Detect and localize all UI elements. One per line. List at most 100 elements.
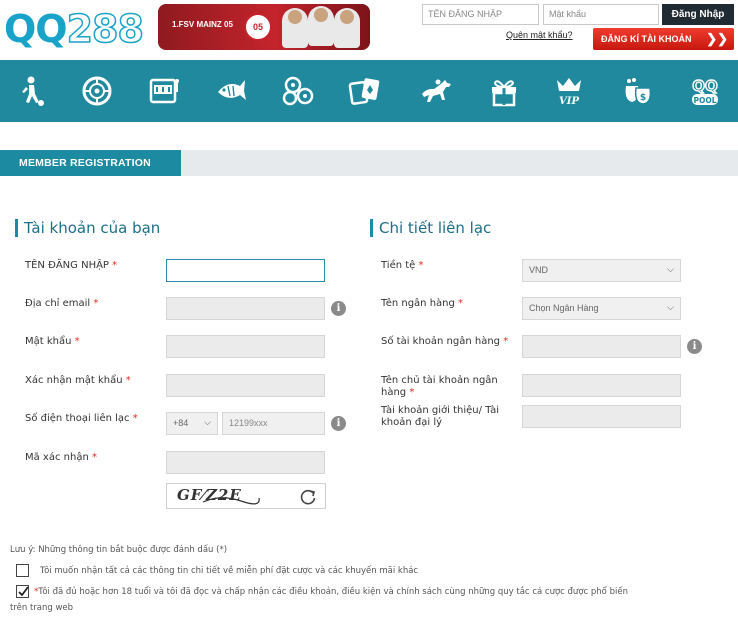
roulette-icon xyxy=(82,76,112,106)
bank-name-label-text: Tên ngân hàng xyxy=(381,298,455,309)
referral-input[interactable] xyxy=(522,405,681,428)
terms-text-line-1: Tôi đã đủ hoặc hơn 18 tuổi và tôi đã đọc… xyxy=(38,587,628,597)
gift-icon xyxy=(492,80,516,107)
terms-checkbox[interactable] xyxy=(16,585,29,598)
forgot-password-link[interactable]: Quên mật khẩu? xyxy=(506,30,573,40)
nav-item-sports[interactable] xyxy=(14,74,48,108)
password-input[interactable] xyxy=(166,335,325,358)
pool-label: POOL xyxy=(693,96,716,105)
lottery-balls-icon xyxy=(282,76,314,106)
nav-item-slots[interactable] xyxy=(147,74,181,108)
nav-item-lottery[interactable] xyxy=(281,74,315,108)
email-label-text: Địa chỉ email xyxy=(25,298,91,309)
registration-page: QQ288 1.FSV MAINZ 05 05 TÊN ĐĂNG NHẬP Mậ… xyxy=(0,0,738,617)
confirm-password-input[interactable] xyxy=(166,374,325,397)
nav-item-promotions[interactable] xyxy=(487,74,521,108)
required-mark: * xyxy=(409,387,415,398)
logo-qq-text: QQ xyxy=(4,7,68,51)
username-input[interactable] xyxy=(166,259,325,282)
nav-item-casino[interactable] xyxy=(80,74,114,108)
email-label: Địa chỉ email * xyxy=(25,298,98,310)
bank-account-number-input[interactable] xyxy=(522,335,681,358)
nav-item-cashback[interactable]: $ xyxy=(620,74,654,108)
info-icon[interactable]: i xyxy=(687,339,702,354)
account-heading: Tài khoản của bạn xyxy=(15,219,160,237)
club-crest-icon: 05 xyxy=(244,13,272,41)
captcha-image: GF⁄Z2E xyxy=(166,483,326,509)
nav-item-fishing[interactable] xyxy=(214,74,248,108)
required-note: Lưu ý: Những thông tin bắt buộc được đán… xyxy=(10,545,228,555)
qq-pool-icon: QQPOOL xyxy=(692,76,718,105)
promo-checkbox[interactable] xyxy=(16,564,29,577)
required-mark: * xyxy=(458,298,464,309)
info-icon[interactable]: i xyxy=(331,416,346,431)
login-password-placeholder: Mật khẩu xyxy=(549,9,587,19)
login-password-input[interactable]: Mật khẩu xyxy=(543,4,659,25)
bank-value: Chọn Ngân Hàng xyxy=(529,303,599,313)
account-holder-input[interactable] xyxy=(522,374,681,397)
section-title: MEMBER REGISTRATION xyxy=(0,150,181,176)
account-holder-label: Tên chủ tài khoản ngân hàng * xyxy=(381,375,516,399)
required-mark: * xyxy=(503,336,509,347)
soccer-player-icon xyxy=(22,76,44,106)
login-username-input[interactable]: TÊN ĐĂNG NHẬP xyxy=(422,4,539,25)
required-mark: * xyxy=(93,298,99,309)
player-image xyxy=(308,6,334,46)
username-label-text: TÊN ĐĂNG NHẬP xyxy=(25,260,109,271)
password-label-text: Mật khẩu xyxy=(25,336,72,347)
required-mark: * xyxy=(74,336,80,347)
currency-value: VND xyxy=(529,265,549,275)
login-username-placeholder: TÊN ĐĂNG NHẬP xyxy=(428,9,503,19)
email-input[interactable] xyxy=(166,297,325,320)
chevron-down-icon: ⌵ xyxy=(667,264,674,274)
required-mark: * xyxy=(125,375,131,386)
currency-label: Tiền tệ * xyxy=(381,260,424,272)
required-mark: * xyxy=(112,260,118,271)
confirm-password-label: Xác nhận mật khẩu * xyxy=(25,375,131,387)
logo-number-text: 288 xyxy=(66,6,145,52)
refresh-icon[interactable] xyxy=(299,488,317,506)
site-logo[interactable]: QQ288 xyxy=(4,6,145,52)
chevron-down-icon: ⌵ xyxy=(204,417,211,427)
bank-name-select[interactable]: Chọn Ngân Hàng ⌵ xyxy=(522,297,681,320)
nav-item-pool[interactable]: QQ POOL xyxy=(688,74,722,108)
horse-racing-icon xyxy=(422,79,451,102)
login-button[interactable]: Đăng Nhập xyxy=(662,4,734,25)
phone-code-value: +84 xyxy=(173,418,189,428)
phone-country-code-select[interactable]: +84 ⌵ xyxy=(166,412,218,435)
terms-text-line-2: trên trang web xyxy=(10,603,74,613)
fish-game-icon xyxy=(218,80,246,100)
terms-checkbox-label: *Tôi đã đủ hoặc hơn 18 tuổi và tôi đã đọ… xyxy=(34,585,734,599)
sponsor-banner[interactable]: 1.FSV MAINZ 05 05 xyxy=(158,4,370,50)
phone-number-input[interactable]: 12199xxx xyxy=(222,412,325,435)
svg-text:$: $ xyxy=(640,93,646,103)
currency-label-text: Tiền tệ xyxy=(381,260,416,271)
phone-label-text: Số điện thoại liên lạc xyxy=(25,413,130,424)
nav-item-vip[interactable]: VIP xyxy=(552,74,586,108)
bank-name-label: Tên ngân hàng * xyxy=(381,298,463,310)
captcha-noise-line xyxy=(202,497,260,505)
bank-account-number-label-text: Số tài khoản ngân hàng xyxy=(381,336,501,347)
nav-item-cards[interactable] xyxy=(348,74,382,108)
captcha-input[interactable] xyxy=(166,451,325,474)
playing-cards-icon xyxy=(348,78,380,105)
username-label: TÊN ĐĂNG NHẬP * xyxy=(25,260,117,272)
svg-text:QQ: QQ xyxy=(692,77,718,95)
required-mark: * xyxy=(418,260,424,271)
player-image xyxy=(282,8,308,48)
main-nav: VIP $ QQ POOL xyxy=(0,60,738,122)
site-header: QQ288 1.FSV MAINZ 05 05 TÊN ĐĂNG NHẬP Mậ… xyxy=(0,0,738,60)
captcha-label-text: Mã xác nhận xyxy=(25,452,89,463)
nav-item-racing[interactable] xyxy=(419,74,453,108)
checkmark-icon xyxy=(18,586,29,597)
register-account-button[interactable]: ĐĂNG KÍ TÀI KHOẢN ❯❯ xyxy=(593,28,734,50)
double-chevron-right-icon: ❯❯ xyxy=(706,31,728,46)
promo-checkbox-label: Tôi muốn nhận tất cả các thông tin chi t… xyxy=(40,566,419,576)
required-mark: * xyxy=(132,413,138,424)
confirm-password-label-text: Xác nhận mật khẩu xyxy=(25,375,123,386)
vip-label: VIP xyxy=(559,96,579,107)
currency-select[interactable]: VND ⌵ xyxy=(522,259,681,282)
contact-heading: Chi tiết liên lạc xyxy=(370,219,491,237)
referral-label: Tài khoản giới thiệu/ Tài khoản đại lý xyxy=(381,405,500,428)
info-icon[interactable]: i xyxy=(331,301,346,316)
